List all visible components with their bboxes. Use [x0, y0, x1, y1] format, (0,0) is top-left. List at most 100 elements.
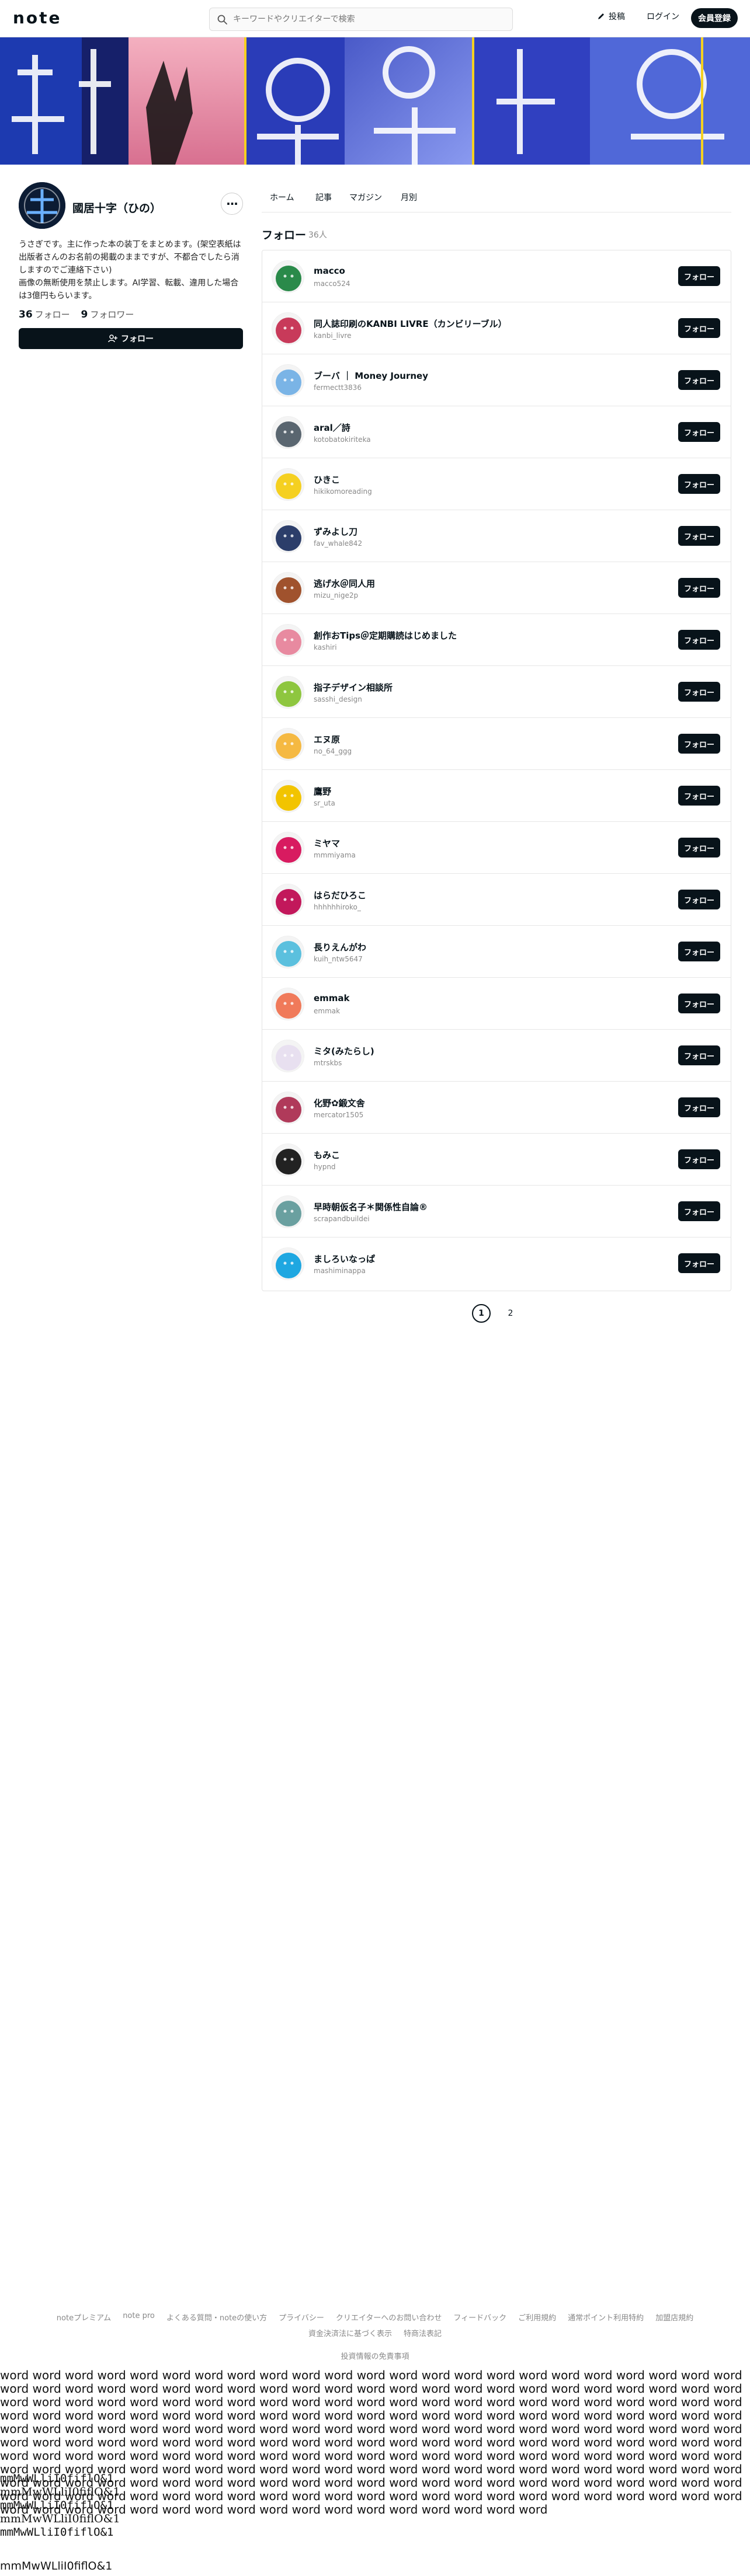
- user-avatar[interactable]: [272, 468, 304, 501]
- follow-user-button[interactable]: フォロー: [678, 838, 720, 857]
- user-name[interactable]: aral／詩: [314, 421, 350, 434]
- follow-user-button[interactable]: フォロー: [678, 890, 720, 909]
- footer-link[interactable]: note pro: [123, 2312, 155, 2323]
- login-button[interactable]: ログイン: [647, 11, 679, 22]
- list-item[interactable]: はらだひろこ hhhhhhiroko_ フォロー: [262, 874, 731, 926]
- user-avatar[interactable]: [272, 988, 304, 1020]
- user-name[interactable]: はらだひろこ: [314, 889, 366, 901]
- follow-user-button[interactable]: フォロー: [678, 1149, 720, 1169]
- footer-link[interactable]: クリエイターへのお問い合わせ: [336, 2312, 442, 2323]
- user-name[interactable]: 創作おTips＠定期購読はじめました: [314, 629, 457, 642]
- user-avatar[interactable]: [272, 936, 304, 968]
- follow-user-button[interactable]: フォロー: [678, 1253, 720, 1273]
- user-avatar[interactable]: [272, 780, 304, 813]
- tab-articles[interactable]: 記事: [315, 191, 332, 203]
- user-avatar[interactable]: [272, 1195, 304, 1228]
- follow-user-button[interactable]: フォロー: [678, 370, 720, 390]
- follow-user-button[interactable]: フォロー: [678, 1201, 720, 1221]
- list-item[interactable]: 化野✿鍛文舎 mercator1505 フォロー: [262, 1082, 731, 1134]
- page-2-button[interactable]: 2: [501, 1304, 520, 1323]
- list-item[interactable]: emmak emmak フォロー: [262, 978, 731, 1030]
- list-item[interactable]: エヌ原 no_64_ggg フォロー: [262, 718, 731, 770]
- page-1-button[interactable]: 1: [472, 1304, 491, 1323]
- creator-avatar[interactable]: [19, 182, 65, 229]
- user-avatar[interactable]: [272, 832, 304, 865]
- tab-monthly[interactable]: 月別: [401, 191, 417, 203]
- list-item[interactable]: もみこ hypnd フォロー: [262, 1134, 731, 1186]
- follow-user-button[interactable]: フォロー: [678, 682, 720, 702]
- footer-link[interactable]: 特商法表記: [404, 2327, 442, 2338]
- footer-link[interactable]: フィードバック: [453, 2312, 506, 2323]
- list-item[interactable]: ずみよし刀 fav_whale842 フォロー: [262, 510, 731, 562]
- user-name[interactable]: ましろいなっぱ: [314, 1253, 375, 1265]
- follow-user-button[interactable]: フォロー: [678, 734, 720, 754]
- user-avatar[interactable]: [272, 676, 304, 709]
- following-count[interactable]: 36: [19, 309, 33, 320]
- user-name[interactable]: macco: [314, 266, 345, 276]
- footer-law-link[interactable]: 投資情報の免責事項: [0, 2350, 750, 2361]
- list-item[interactable]: macco macco524 フォロー: [262, 250, 731, 302]
- user-name[interactable]: 長りえんがわ: [314, 941, 366, 953]
- footer-link[interactable]: よくある質問・noteの使い方: [166, 2312, 267, 2323]
- user-name[interactable]: emmak: [314, 993, 350, 1003]
- tab-home[interactable]: ホーム: [270, 191, 294, 203]
- note-logo[interactable]: note: [13, 8, 62, 27]
- follow-user-button[interactable]: フォロー: [678, 994, 720, 1013]
- user-avatar[interactable]: [272, 1247, 304, 1280]
- following-label[interactable]: フォロー: [35, 309, 70, 320]
- footer-link[interactable]: ご利用規約: [518, 2312, 556, 2323]
- user-name[interactable]: 化野✿鍛文舎: [314, 1097, 365, 1109]
- user-avatar[interactable]: [272, 728, 304, 761]
- user-avatar[interactable]: [272, 520, 304, 553]
- user-avatar[interactable]: [272, 1092, 304, 1124]
- list-item[interactable]: 逃げ水＠同人用 mizu_nige2p フォロー: [262, 562, 731, 614]
- user-avatar[interactable]: [272, 884, 304, 916]
- follow-user-button[interactable]: フォロー: [678, 318, 720, 338]
- footer-link[interactable]: noteプレミアム: [57, 2312, 111, 2323]
- list-item[interactable]: ミタ(みたらし) mtrskbs フォロー: [262, 1030, 731, 1082]
- user-avatar[interactable]: [272, 1144, 304, 1176]
- follow-user-button[interactable]: フォロー: [678, 266, 720, 286]
- list-item[interactable]: ましろいなっぱ mashiminappa フォロー: [262, 1238, 731, 1289]
- list-item[interactable]: aral／詩 kotobatokiriteka フォロー: [262, 406, 731, 458]
- footer-link[interactable]: 加盟店規約: [655, 2312, 693, 2323]
- user-avatar[interactable]: [272, 260, 304, 293]
- user-name[interactable]: 早時朝仮名子＊関係性自論®: [314, 1201, 428, 1213]
- footer-link[interactable]: プライバシー: [279, 2312, 324, 2323]
- search-box[interactable]: [209, 8, 513, 31]
- followers-count[interactable]: 9: [81, 309, 88, 320]
- user-name[interactable]: 鷹野: [314, 785, 331, 797]
- follow-user-button[interactable]: フォロー: [678, 474, 720, 494]
- user-avatar[interactable]: [272, 364, 304, 397]
- signup-button[interactable]: 会員登録: [691, 8, 738, 28]
- footer-link[interactable]: 資金決済法に基づく表示: [308, 2327, 392, 2338]
- list-item[interactable]: ひきこ hikikomoreading フォロー: [262, 458, 731, 510]
- list-item[interactable]: 創作おTips＠定期購読はじめました kashiri フォロー: [262, 614, 731, 666]
- user-name[interactable]: ミヤマ: [314, 837, 340, 849]
- tab-magazine[interactable]: マガジン: [349, 191, 382, 203]
- user-name[interactable]: エヌ原: [314, 733, 340, 745]
- follow-user-button[interactable]: フォロー: [678, 526, 720, 546]
- follow-user-button[interactable]: フォロー: [678, 942, 720, 961]
- follow-user-button[interactable]: フォロー: [678, 578, 720, 598]
- user-avatar[interactable]: [272, 416, 304, 449]
- follow-creator-button[interactable]: フォロー: [19, 328, 243, 349]
- follow-user-button[interactable]: フォロー: [678, 630, 720, 650]
- user-avatar[interactable]: [272, 1040, 304, 1072]
- user-avatar[interactable]: [272, 624, 304, 657]
- list-item[interactable]: ブーバ ｜ Money Journey fermectt3836 フォロー: [262, 354, 731, 406]
- list-item[interactable]: 長りえんがわ kuih_ntw5647 フォロー: [262, 926, 731, 978]
- list-item[interactable]: 指子デザイン相談所 sasshi_design フォロー: [262, 666, 731, 718]
- followers-label[interactable]: フォロワー: [90, 309, 134, 320]
- search-input[interactable]: [233, 11, 508, 27]
- user-name[interactable]: 同人誌印刷のKANBI LIVRE（カンビリーブル）: [314, 318, 507, 330]
- list-item[interactable]: 鷹野 sr_uta フォロー: [262, 770, 731, 822]
- user-name[interactable]: ひきこ: [314, 473, 340, 486]
- footer-link[interactable]: 通常ポイント利用特約: [568, 2312, 644, 2323]
- user-name[interactable]: もみこ: [314, 1149, 340, 1161]
- follow-user-button[interactable]: フォロー: [678, 786, 720, 806]
- list-item[interactable]: 同人誌印刷のKANBI LIVRE（カンビリーブル） kanbi_livre フォロ…: [262, 302, 731, 354]
- follow-user-button[interactable]: フォロー: [678, 422, 720, 442]
- user-name[interactable]: ブーバ ｜ Money Journey: [314, 370, 428, 382]
- follow-user-button[interactable]: フォロー: [678, 1097, 720, 1117]
